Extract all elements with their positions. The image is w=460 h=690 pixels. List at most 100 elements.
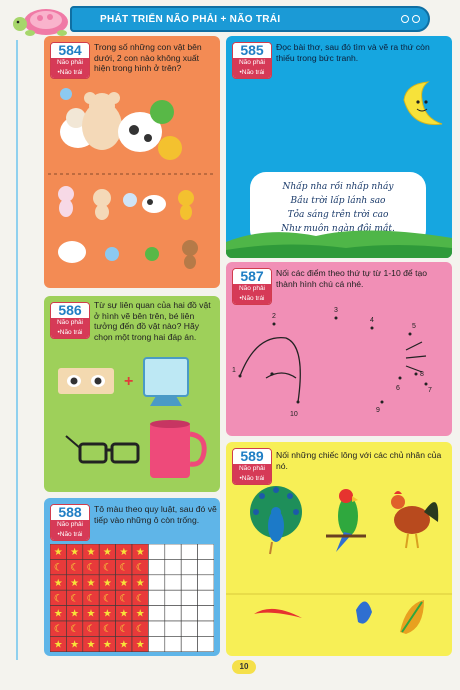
moon-icon: ☾	[103, 624, 112, 635]
exercise-text: Đọc bài thơ, sau đó tìm và vẽ ra thứ còn…	[276, 42, 430, 63]
grid-cell	[148, 620, 166, 637]
moon-icon: ☾	[54, 593, 63, 604]
page-number: 10	[232, 660, 256, 674]
exercise-585: 585 Não phải •Não trái Đọc bài thơ, sau …	[226, 36, 452, 258]
badge-tag-line1: Não phải	[233, 284, 271, 294]
grid-cell	[164, 544, 182, 560]
animals-illustration	[48, 88, 216, 269]
moon-icon: ☾	[54, 624, 63, 635]
dot-label-6: 6	[396, 385, 400, 392]
eyes-icon	[58, 368, 114, 394]
poem-line: Tỏa sáng trên trời cao	[287, 210, 389, 220]
badge-tag-line1: Não phải	[233, 58, 271, 68]
animal-row-2	[58, 240, 198, 269]
star-icon: ★	[87, 547, 96, 558]
badge-tag-line2: •Não trái	[51, 68, 89, 78]
star-icon: ★	[103, 609, 112, 620]
feather-icon	[254, 600, 424, 634]
grid-cell	[197, 574, 214, 591]
exercise-number: 589	[233, 449, 271, 464]
plus-icon: +	[124, 373, 133, 390]
exercise-number: 588	[51, 505, 89, 520]
star-icon: ★	[103, 639, 112, 650]
grid-cell	[164, 620, 182, 637]
dot-label-9: 9	[376, 407, 380, 414]
star-icon: ★	[87, 609, 96, 620]
grid-cell	[148, 605, 166, 622]
star-icon: ★	[87, 578, 96, 589]
moon-icon: ☾	[119, 562, 128, 573]
star-icon: ★	[136, 547, 145, 558]
turtle-icon	[13, 9, 68, 36]
parrot-icon	[326, 489, 366, 552]
moon-icon: ☾	[136, 624, 145, 635]
exercise-number: 584	[51, 43, 89, 58]
star-icon: ★	[119, 547, 128, 558]
grid-cell	[164, 559, 182, 576]
grid-cell	[148, 589, 166, 606]
rooster-icon	[391, 491, 439, 549]
side-rule	[16, 40, 18, 660]
moon-icon: ☾	[87, 593, 96, 604]
grid-cell	[164, 636, 182, 652]
moon-icon: ☾	[54, 562, 63, 573]
grid-cell	[197, 559, 214, 576]
star-icon: ★	[103, 547, 112, 558]
header-dots	[401, 15, 420, 23]
grid-cell	[197, 620, 214, 637]
exercise-586: 586 Não phải •Não trái Từ sự liên quan c…	[44, 296, 220, 492]
exercise-588: 588 Não phải •Não trái Tô màu theo quy l…	[44, 498, 220, 656]
moon-icon: ☾	[87, 624, 96, 635]
star-icon: ★	[70, 639, 79, 650]
grid-cell	[148, 559, 166, 576]
star-icon: ★	[54, 639, 63, 650]
moon-icon: ☾	[70, 624, 79, 635]
badge-tag-line2: •Não trái	[51, 328, 89, 338]
exercise-number: 587	[233, 269, 271, 284]
star-icon: ★	[119, 609, 128, 620]
dot-label-4: 4	[370, 317, 374, 324]
star-icon: ★	[70, 609, 79, 620]
objects-illustration: +	[58, 357, 207, 478]
star-icon: ★	[119, 578, 128, 589]
dot-label: 1	[232, 367, 242, 378]
badge-tag-line1: Não phải	[233, 464, 271, 474]
grid-cell	[180, 574, 198, 591]
poem-line: Bầu trời lấp lánh sao	[290, 196, 386, 206]
moon-icon: ☾	[136, 593, 145, 604]
grid-cell	[197, 589, 214, 606]
poem-line: Nhấp nha rồi nhấp nháy	[282, 182, 394, 192]
exercise-badge: 585 Não phải •Não trái	[232, 42, 272, 79]
moon-icon: ☾	[103, 562, 112, 573]
exercise-badge: 584 Não phải •Não trái	[50, 42, 90, 79]
animal-row-1	[58, 186, 194, 220]
dot-label-2: 2	[272, 313, 276, 320]
badge-tag-line2: •Não trái	[233, 68, 271, 78]
moon-icon: ☾	[136, 562, 145, 573]
exercise-584: 584 Não phải •Não trái Trong số những co…	[44, 36, 220, 288]
badge-tag-line2: •Não trái	[51, 530, 89, 540]
star-icon: ★	[103, 578, 112, 589]
star-icon: ★	[70, 547, 79, 558]
dot-label-10: 10	[290, 411, 298, 418]
pattern-grid[interactable]: ★ ☾ ★ ☾ ★ ☾ ★ ★ ☾ ★ ☾ ★ ☾ ★ ★ ☾ ★ ☾ ★ ☾ ★ ★ ☾ ★ ☾ ★ ☾ ★ ★ ☾ ★ ☾ ★ ☾ ★ ★ ☾ ★ ☾ ★…	[50, 544, 214, 652]
star-icon: ★	[54, 609, 63, 620]
star-icon: ★	[70, 578, 79, 589]
moon-icon	[403, 81, 443, 125]
grid-cell	[197, 544, 214, 560]
exercise-text: Trong số những con vật bên dưới, 2 con n…	[94, 42, 202, 73]
star-icon: ★	[54, 578, 63, 589]
exercise-589: 589 Não phải •Não trái Nối những chiếc l…	[226, 442, 452, 656]
exercise-badge: 589 Não phải •Não trái	[232, 448, 272, 485]
grass-hills	[226, 230, 452, 258]
badge-tag-line1: Não phải	[51, 58, 89, 68]
moon-icon: ☾	[70, 562, 79, 573]
dot-label-7: 7	[428, 387, 432, 394]
mirror-icon	[143, 357, 189, 406]
exercise-number: 585	[233, 43, 271, 58]
exercise-number: 586	[51, 303, 89, 318]
dot-label-3: 3	[334, 307, 338, 314]
grid-cell	[180, 620, 198, 637]
moon-icon: ☾	[87, 562, 96, 573]
header-title: PHÁT TRIỂN NÃO PHẢI + NÃO TRÁI	[100, 13, 281, 25]
